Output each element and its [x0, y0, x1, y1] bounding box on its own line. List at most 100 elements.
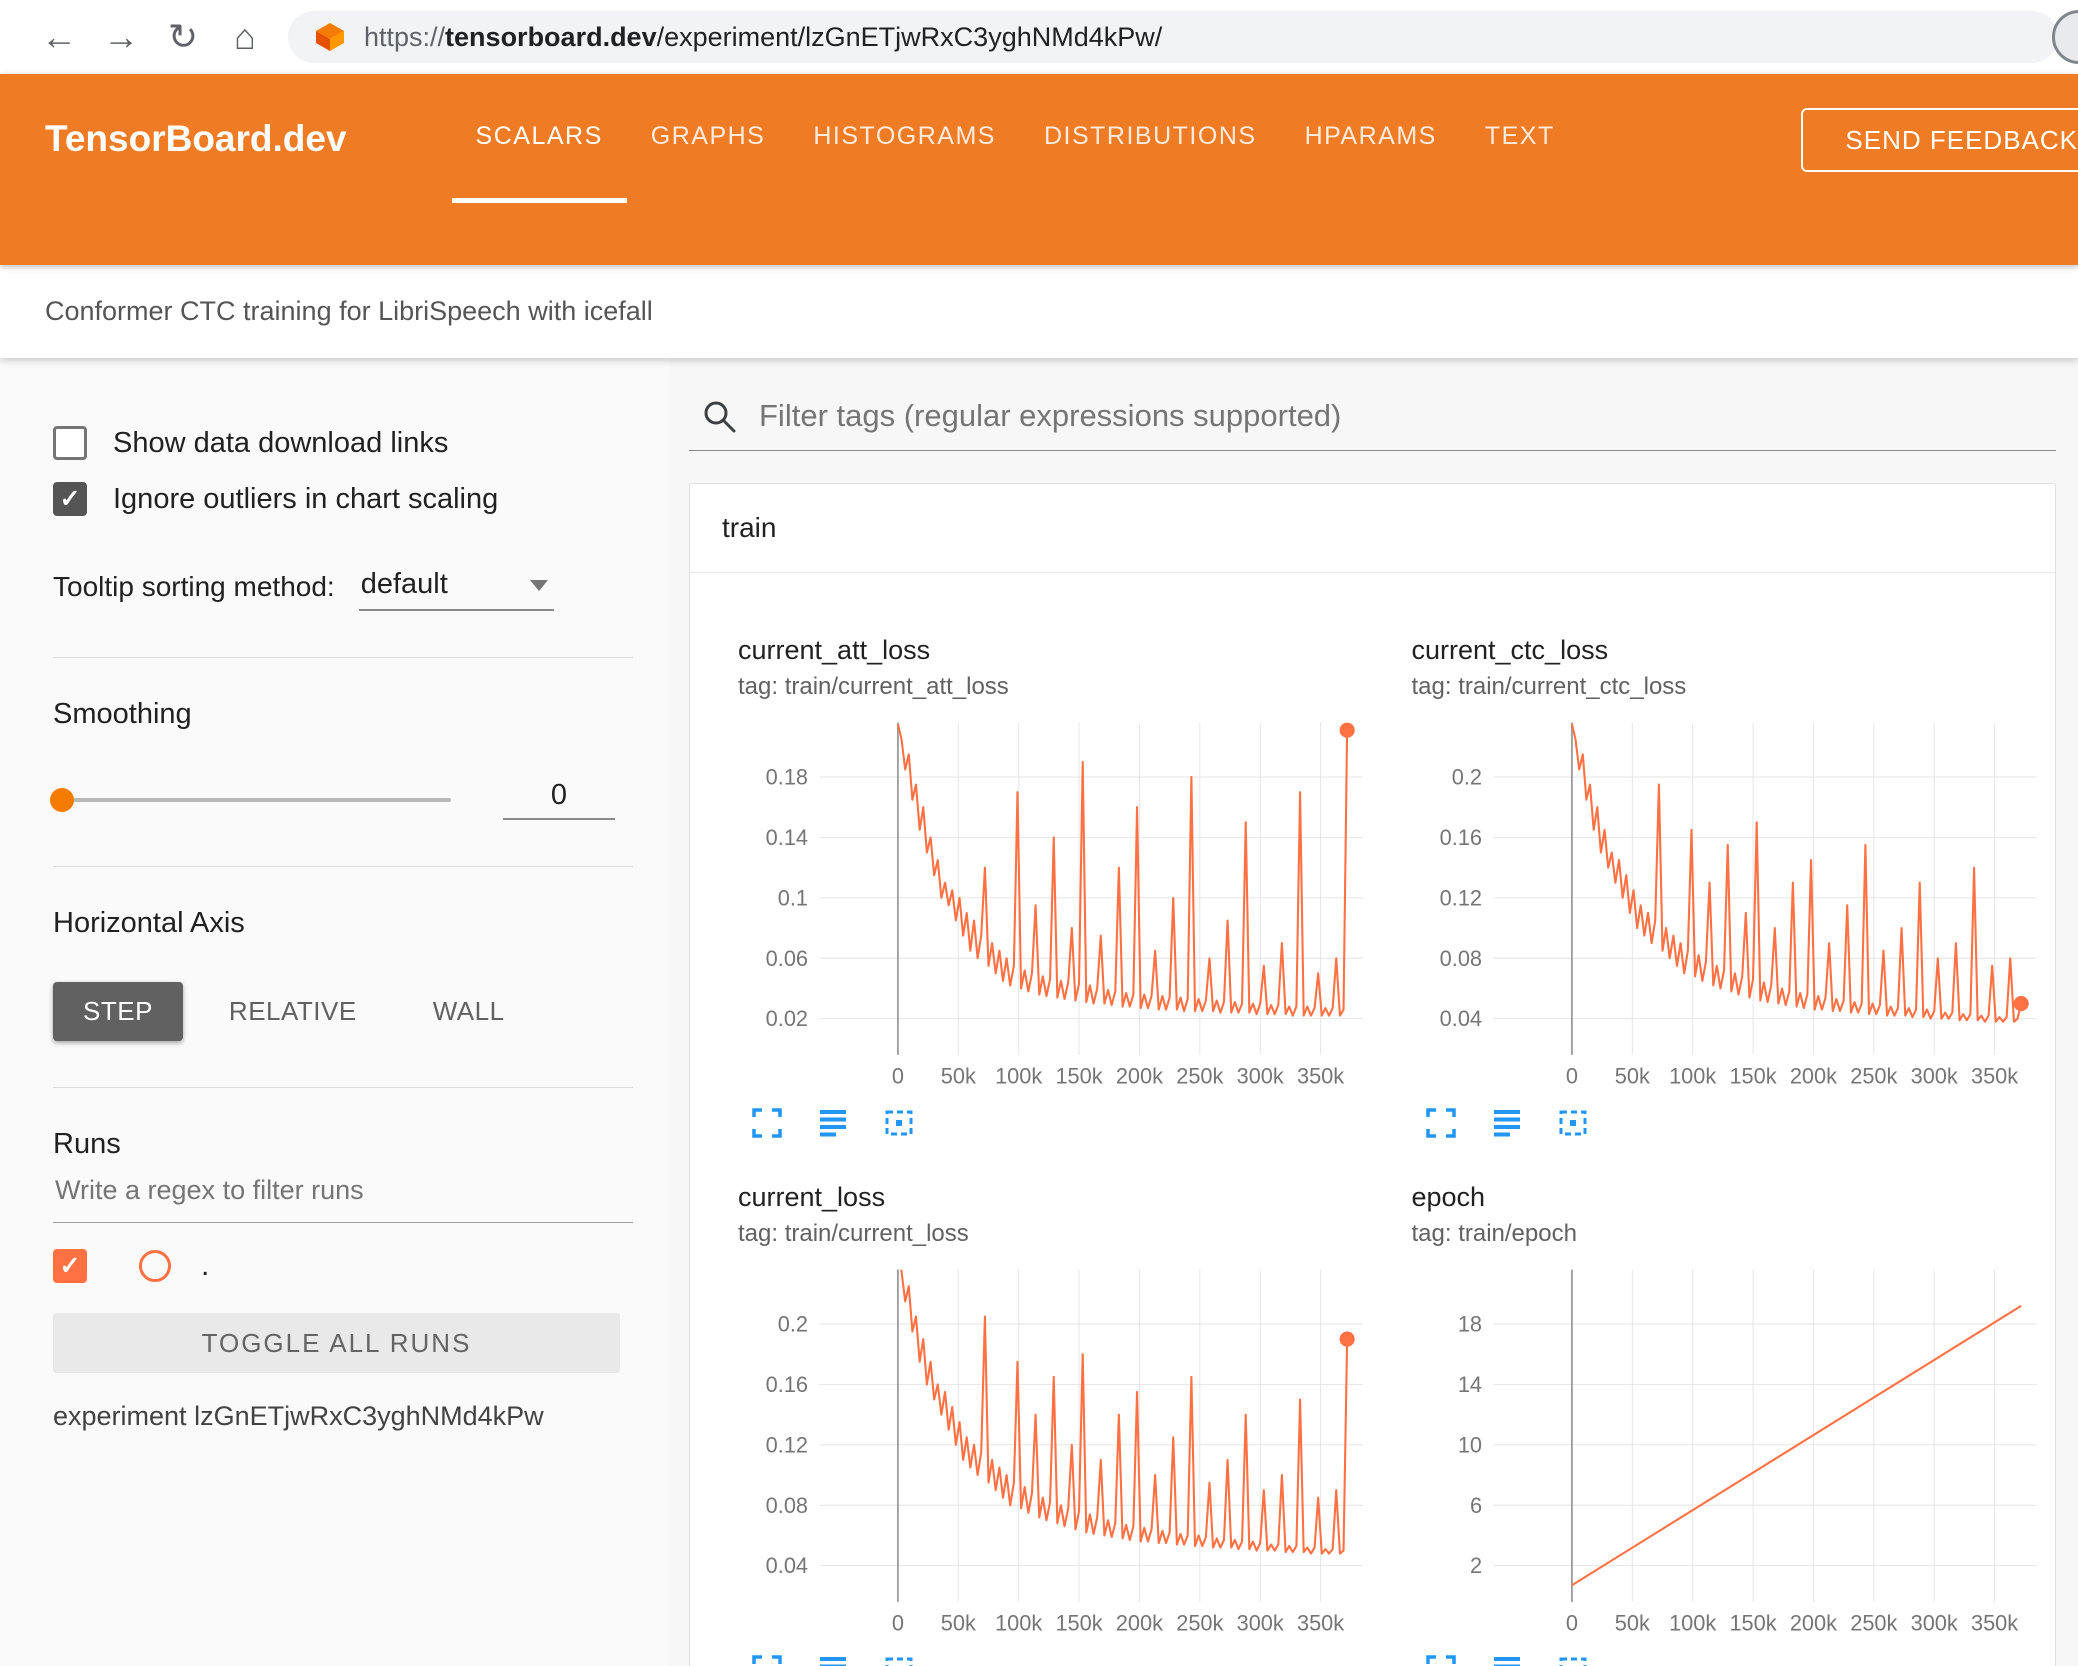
data-lines-icon[interactable]	[814, 1651, 852, 1666]
svg-text:0.06: 0.06	[766, 946, 808, 971]
horizontal-axis-label: Horizontal Axis	[53, 907, 245, 939]
svg-text:0.1: 0.1	[778, 885, 808, 910]
smoothing-value-input[interactable]: 0	[503, 779, 615, 820]
run-row: ✓ .	[53, 1249, 633, 1283]
svg-text:18: 18	[1457, 1312, 1481, 1337]
tab-histograms[interactable]: HISTOGRAMS	[789, 74, 1020, 203]
chart-tag: tag: train/current_att_loss	[738, 673, 1009, 700]
run-color-radio-icon[interactable]	[139, 1250, 171, 1282]
charts-grid: current_att_loss tag: train/current_att_l…	[690, 573, 2055, 1666]
svg-text:350k: 350k	[1297, 1063, 1344, 1088]
svg-text:0.02: 0.02	[766, 1006, 808, 1031]
filter-tags-input[interactable]	[759, 398, 2050, 434]
chart-card-epoch: epoch tag: train/epoch 2 6 10 14 18 0 50k 100k 150…	[1382, 1142, 2056, 1666]
svg-text:100k: 100k	[995, 1610, 1042, 1635]
tensorboard-favicon	[316, 23, 344, 51]
check-icon: ✓	[59, 1251, 81, 1280]
axis-relative-button[interactable]: RELATIVE	[199, 982, 387, 1041]
axis-step-button[interactable]: STEP	[53, 982, 183, 1041]
checkbox-checked-icon[interactable]: ✓	[53, 482, 87, 516]
svg-text:0: 0	[892, 1063, 904, 1088]
axis-wall-button[interactable]: WALL	[403, 982, 535, 1041]
data-lines-icon[interactable]	[814, 1104, 852, 1142]
chart-toolbar	[1412, 1651, 2056, 1666]
svg-text:350k: 350k	[1970, 1610, 2017, 1635]
smoothing-slider[interactable]	[50, 787, 451, 812]
chart-title: current_att_loss	[738, 635, 931, 665]
svg-text:0.04: 0.04	[766, 1553, 808, 1578]
svg-text:200k: 200k	[1789, 1063, 1836, 1088]
send-feedback-button[interactable]: SEND FEEDBACK	[1801, 108, 2078, 172]
toggle-all-runs-button[interactable]: TOGGLE ALL RUNS	[53, 1313, 620, 1373]
svg-text:0: 0	[1565, 1063, 1577, 1088]
runs-filter-input[interactable]	[53, 1161, 633, 1223]
avatar[interactable]	[2052, 10, 2078, 64]
show-download-links-label: Show data download links	[113, 426, 449, 459]
run-checkbox-icon[interactable]: ✓	[53, 1249, 87, 1283]
chart-title: current_loss	[738, 1182, 886, 1212]
svg-text:0.08: 0.08	[766, 1493, 808, 1518]
svg-text:2: 2	[1469, 1553, 1481, 1578]
chart-tag: tag: train/current_loss	[738, 1220, 969, 1247]
fit-domain-icon[interactable]	[880, 1651, 918, 1666]
svg-text:50k: 50k	[1614, 1610, 1649, 1635]
divider	[53, 1087, 633, 1088]
svg-text:10: 10	[1457, 1432, 1481, 1457]
fit-domain-icon[interactable]	[880, 1104, 918, 1142]
main-panel: train current_att_loss tag: train/current…	[669, 358, 2078, 1666]
svg-text:0.2: 0.2	[1451, 765, 1481, 790]
svg-text:150k: 150k	[1055, 1063, 1102, 1088]
scalar-chart-current_ctc_loss[interactable]: 0.04 0.08 0.12 0.16 0.2 0 50k 100k 150k 200k 250k 3…	[1412, 715, 2052, 1090]
scalar-chart-current_att_loss[interactable]: 0.02 0.06 0.1 0.14 0.18 0 50k 100k 150k 200k 250k 3…	[738, 715, 1378, 1090]
back-icon[interactable]: ←	[28, 16, 90, 58]
fullscreen-icon[interactable]	[1422, 1104, 1460, 1142]
svg-text:0.14: 0.14	[766, 825, 808, 850]
fullscreen-icon[interactable]	[748, 1651, 786, 1666]
settings-sidebar: Show data download links ✓ Ignore outlie…	[0, 358, 669, 1666]
svg-text:150k: 150k	[1729, 1610, 1776, 1635]
show-download-links-checkbox-row[interactable]: Show data download links	[53, 426, 633, 460]
browser-chrome: ← → ↻ ⌂ https://tensorboard.dev/experime…	[0, 0, 2078, 74]
reload-icon[interactable]: ↻	[152, 16, 214, 58]
svg-text:0.18: 0.18	[766, 765, 808, 790]
home-icon[interactable]: ⌂	[214, 16, 276, 58]
tab-graphs[interactable]: GRAPHS	[627, 74, 790, 203]
tab-text[interactable]: TEXT	[1461, 74, 1579, 203]
data-lines-icon[interactable]	[1488, 1651, 1526, 1666]
svg-text:350k: 350k	[1297, 1610, 1344, 1635]
data-lines-icon[interactable]	[1488, 1104, 1526, 1142]
svg-text:200k: 200k	[1116, 1063, 1163, 1088]
tooltip-sorting-select[interactable]: default	[358, 568, 554, 611]
horizontal-axis-buttons: STEP RELATIVE WALL	[53, 982, 633, 1041]
nav-tabs: SCALARS GRAPHS HISTOGRAMS DISTRIBUTIONS HPAR…	[451, 74, 1579, 203]
svg-text:200k: 200k	[1789, 1610, 1836, 1635]
svg-text:0.04: 0.04	[1439, 1006, 1481, 1031]
tooltip-sorting-label: Tooltip sorting method:	[53, 571, 335, 602]
chart-tag: tag: train/current_ctc_loss	[1411, 673, 1687, 700]
forward-icon[interactable]: →	[90, 16, 152, 58]
chart-title: current_ctc_loss	[1411, 635, 1609, 665]
svg-text:50k: 50k	[941, 1063, 976, 1088]
chart-toolbar	[738, 1651, 1382, 1666]
fit-domain-icon[interactable]	[1554, 1104, 1592, 1142]
svg-text:50k: 50k	[941, 1610, 976, 1635]
tag-group-title[interactable]: train	[690, 484, 2055, 573]
fullscreen-icon[interactable]	[748, 1104, 786, 1142]
app-header: TensorBoard.dev SCALARS GRAPHS HISTOGRAMS D…	[0, 74, 2078, 265]
ignore-outliers-checkbox-row[interactable]: ✓ Ignore outliers in chart scaling	[53, 482, 633, 516]
checkbox-unchecked-icon[interactable]	[53, 426, 87, 460]
fullscreen-icon[interactable]	[1422, 1651, 1460, 1666]
url-bar[interactable]: https://tensorboard.dev/experiment/lzGnE…	[288, 11, 2058, 63]
tab-scalars[interactable]: SCALARS	[451, 74, 627, 203]
scalar-chart-epoch[interactable]: 2 6 10 14 18 0 50k 100k 150k 200k 250k 300k 350k	[1412, 1262, 2052, 1637]
svg-text:0: 0	[892, 1610, 904, 1635]
smoothing-slider-thumb[interactable]	[50, 787, 74, 812]
tab-hparams[interactable]: HPARAMS	[1281, 74, 1461, 203]
scalar-chart-current_loss[interactable]: 0.04 0.08 0.12 0.16 0.2 0 50k 100k 150k 200k 250k 3…	[738, 1262, 1378, 1637]
svg-text:50k: 50k	[1614, 1063, 1649, 1088]
svg-text:300k: 300k	[1910, 1063, 1957, 1088]
fit-domain-icon[interactable]	[1554, 1651, 1592, 1666]
experiment-caption: experiment lzGnETjwRxC3yghNMd4kPw	[53, 1401, 544, 1431]
filter-tags-bar	[689, 398, 2056, 451]
tab-distributions[interactable]: DISTRIBUTIONS	[1020, 74, 1281, 203]
